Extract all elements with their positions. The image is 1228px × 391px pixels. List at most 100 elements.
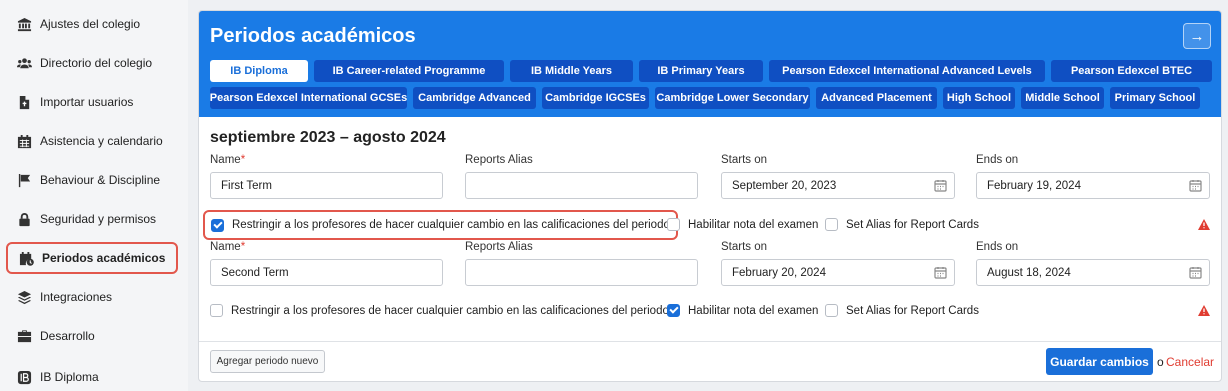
starts-on-input[interactable]: September 20, 2023	[721, 172, 955, 199]
tab-ib-middle-years[interactable]: IB Middle Years	[510, 60, 633, 82]
bank-icon	[16, 16, 32, 32]
academic-periods-panel: Periodos académicos → IB Diploma IB Care…	[198, 10, 1222, 382]
tab-cambridge-advanced[interactable]: Cambridge Advanced	[413, 87, 536, 109]
flag-icon	[16, 172, 32, 188]
name-label: Name*	[210, 154, 246, 166]
tab-cambridge-igcses[interactable]: Cambridge IGCSEs	[542, 87, 649, 109]
sidebar-item-label: Asistencia y calendario	[40, 134, 163, 148]
tab-middle-school[interactable]: Middle School	[1021, 87, 1104, 109]
exam-grade-checkbox[interactable]	[667, 304, 680, 317]
ends-on-value: February 19, 2024	[987, 179, 1081, 192]
ends-label: Ends on	[976, 154, 1019, 166]
sidebar-item-seguridad[interactable]: Seguridad y permisos	[6, 203, 178, 235]
warning-icon[interactable]	[1198, 305, 1210, 316]
page-title: Periodos académicos	[210, 25, 416, 47]
file-import-icon	[16, 94, 32, 110]
sidebar-item-label: Directorio del colegio	[40, 56, 153, 70]
name-label: Name*	[210, 241, 246, 253]
warning-icon[interactable]	[1198, 219, 1210, 230]
calendar-icon[interactable]	[1189, 266, 1202, 279]
sidebar-item-periodos[interactable]: Periodos académicos	[6, 242, 178, 274]
restrict-grades-checkbox-row[interactable]: Restringir a los profesores de hacer cua…	[210, 304, 669, 317]
sidebar-item-integraciones[interactable]: Integraciones	[6, 281, 178, 313]
sidebar-item-importar[interactable]: Importar usuarios	[6, 86, 178, 118]
sidebar: Ajustes del colegio Directorio del coleg…	[0, 0, 188, 391]
exam-grade-checkbox-row[interactable]: Habilitar nota del examen	[667, 218, 818, 231]
set-alias-label: Set Alias for Report Cards	[846, 304, 979, 317]
required-mark: *	[240, 154, 246, 166]
sidebar-item-ajustes[interactable]: Ajustes del colegio	[6, 8, 178, 40]
sidebar-item-label: Desarrollo	[40, 329, 95, 343]
sidebar-item-asistencia[interactable]: Asistencia y calendario	[6, 125, 178, 157]
starts-label: Starts on	[721, 154, 768, 166]
tab-ib-primary-years[interactable]: IB Primary Years	[639, 60, 763, 82]
users-icon	[16, 55, 32, 71]
starts-on-value: September 20, 2023	[732, 179, 837, 192]
restrict-grades-checkbox-row[interactable]: Restringir a los profesores de hacer cua…	[203, 210, 678, 240]
period-name-input[interactable]: Second Term	[210, 259, 443, 286]
set-alias-checkbox-row[interactable]: Set Alias for Report Cards	[825, 218, 979, 231]
tab-pearson-gcses[interactable]: Pearson Edexcel International GCSEs	[210, 87, 407, 109]
restrict-grades-label: Restringir a los profesores de hacer cua…	[231, 304, 669, 317]
tab-ib-career[interactable]: IB Career-related Programme	[314, 60, 504, 82]
calendar-icon[interactable]	[934, 179, 947, 192]
lock-icon	[16, 211, 32, 227]
reports-alias-input[interactable]	[465, 259, 698, 286]
sidebar-item-label: Behaviour & Discipline	[40, 173, 161, 187]
sidebar-item-label: Importar usuarios	[40, 95, 134, 109]
sidebar-item-desarrollo[interactable]: Desarrollo	[6, 320, 178, 352]
exam-grade-label: Habilitar nota del examen	[688, 218, 819, 231]
restrict-grades-checkbox[interactable]	[210, 304, 223, 317]
sidebar-item-label: IB Diploma	[40, 370, 99, 384]
alias-label: Reports Alias	[465, 241, 533, 253]
set-alias-checkbox[interactable]	[825, 304, 838, 317]
layers-icon	[16, 289, 32, 305]
set-alias-checkbox[interactable]	[825, 218, 838, 231]
sidebar-item-label: Ajustes del colegio	[40, 17, 141, 31]
exam-grade-checkbox-row[interactable]: Habilitar nota del examen	[667, 304, 818, 317]
exam-grade-checkbox[interactable]	[667, 218, 680, 231]
sidebar-item-behaviour[interactable]: Behaviour & Discipline	[6, 164, 178, 196]
alias-label: Reports Alias	[465, 154, 533, 166]
tab-pearson-btec[interactable]: Pearson Edexcel BTEC	[1051, 60, 1212, 82]
save-button[interactable]: Guardar cambios	[1046, 348, 1153, 375]
reports-alias-input[interactable]	[465, 172, 698, 199]
starts-on-input[interactable]: February 20, 2024	[721, 259, 955, 286]
set-alias-label: Set Alias for Report Cards	[846, 218, 979, 231]
period-name-input[interactable]: First Term	[210, 172, 443, 199]
sidebar-item-label: Integraciones	[40, 290, 113, 304]
arrow-right-icon: →	[1189, 27, 1205, 45]
ends-on-input[interactable]: August 18, 2024	[976, 259, 1210, 286]
calendar-icon[interactable]	[1189, 179, 1202, 192]
exam-grade-label: Habilitar nota del examen	[688, 304, 819, 317]
tab-primary-school[interactable]: Primary School	[1110, 87, 1200, 109]
cancel-link[interactable]: Cancelar	[1166, 355, 1214, 369]
tab-ib-diploma[interactable]: IB Diploma	[210, 60, 308, 82]
calendar-icon	[16, 133, 32, 149]
sidebar-item-label: Periodos académicos	[42, 251, 166, 265]
ends-label: Ends on	[976, 241, 1019, 253]
set-alias-checkbox-row[interactable]: Set Alias for Report Cards	[825, 304, 979, 317]
calendar-icon[interactable]	[934, 266, 947, 279]
ends-on-input[interactable]: February 19, 2024	[976, 172, 1210, 199]
restrict-grades-label: Restringir a los profesores de hacer cua…	[232, 219, 670, 231]
tab-high-school[interactable]: High School	[943, 87, 1015, 109]
sidebar-item-directorio[interactable]: Directorio del colegio	[6, 47, 178, 79]
starts-on-value: February 20, 2024	[732, 266, 826, 279]
sidebar-item-ib-diploma[interactable]: IB Diploma	[6, 361, 178, 391]
tab-advanced-placement[interactable]: Advanced Placement	[816, 87, 937, 109]
panel-header: Periodos académicos → IB Diploma IB Care…	[199, 11, 1221, 117]
tab-cambridge-lower-secondary[interactable]: Cambridge Lower Secondary	[655, 87, 810, 109]
or-text: o	[1157, 355, 1164, 369]
tab-pearson-advanced-levels[interactable]: Pearson Edexcel International Advanced L…	[769, 60, 1045, 82]
briefcase-icon	[16, 328, 32, 344]
sidebar-item-label: Seguridad y permisos	[40, 212, 157, 226]
ends-on-value: August 18, 2024	[987, 266, 1071, 279]
restrict-grades-checkbox[interactable]	[211, 218, 224, 232]
ib-icon	[16, 369, 32, 385]
starts-label: Starts on	[721, 241, 768, 253]
required-mark: *	[240, 241, 246, 253]
arrow-right-button[interactable]: →	[1183, 23, 1211, 49]
academic-year-title: septiembre 2023 – agosto 2024	[210, 129, 446, 146]
add-period-button[interactable]: Agregar periodo nuevo	[210, 350, 325, 373]
